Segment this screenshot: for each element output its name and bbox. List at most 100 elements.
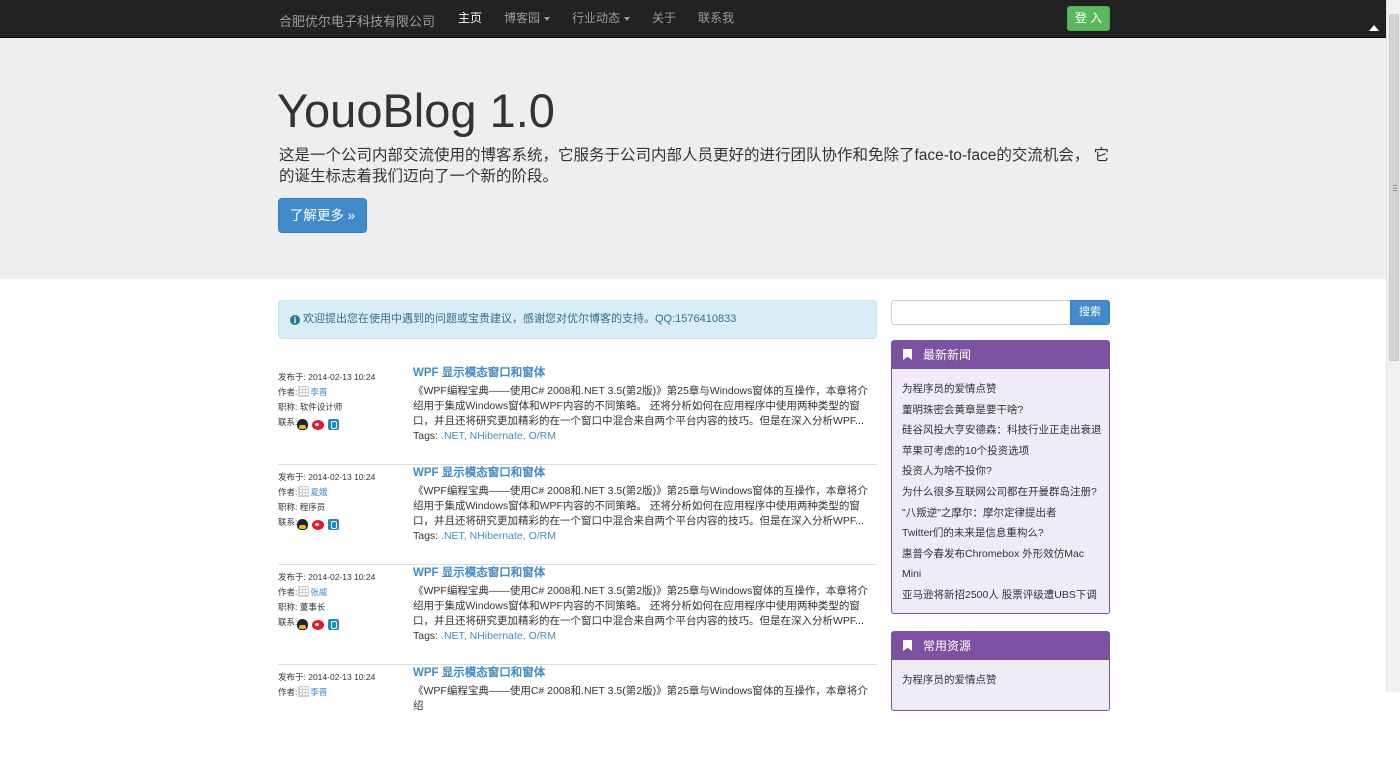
- author-link[interactable]: 夏娥: [310, 487, 327, 497]
- tags-label: Tags:: [413, 630, 439, 642]
- resources-list: 为程序员的爱情点赞: [892, 660, 1109, 691]
- post-date: 发布于: 2014-02-13 10:24: [278, 672, 376, 682]
- post-item: 发布于: 2014-02-13 10:24 作者: 夏娥 职称: 程序员 联系: …: [278, 465, 877, 565]
- info-alert: i 欢迎提出您在使用中遇到的问题或宝贵建议，感谢您对优尔博客的支持。QQ:1576…: [278, 300, 877, 339]
- info-icon: i: [290, 315, 300, 325]
- message-icon[interactable]: [328, 419, 340, 431]
- post-author-row: 作者: 张威: [278, 585, 408, 600]
- learn-more-button[interactable]: 了解更多 »: [278, 198, 367, 233]
- contact-label: 联系:: [278, 417, 298, 427]
- qq-icon[interactable]: [297, 419, 309, 431]
- nav-item-label: 博客园: [504, 11, 541, 25]
- post-item: 发布于: 2014-02-13 10:24 作者: 张威 职称: 董事长 联系: …: [278, 565, 877, 665]
- search-input[interactable]: [891, 300, 1071, 325]
- post-date: 发布于: 2014-02-13 10:24: [278, 572, 376, 582]
- post-author-row: 作者: 李晋: [278, 685, 408, 700]
- arrow-up-icon[interactable]: [1369, 25, 1379, 31]
- contact-label: 联系:: [278, 617, 298, 627]
- author-label: 作者:: [278, 487, 298, 497]
- avatar-icon: [298, 486, 310, 497]
- resource-link[interactable]: 为程序员的爱情点赞: [902, 670, 1109, 691]
- post-date: 发布于: 2014-02-13 10:24: [278, 472, 376, 482]
- news-link[interactable]: 惠普今春发布Chromebox 外形效仿Mac Mini: [902, 544, 1102, 585]
- alert-text: 欢迎提出您在使用中遇到的问题或宝贵建议，感谢您对优尔博客的支持。QQ:15764…: [303, 313, 737, 325]
- nav-item-about[interactable]: 关于: [641, 0, 687, 38]
- nav-item-blogs[interactable]: 博客园: [493, 0, 561, 38]
- news-link[interactable]: 为什么很多互联网公司都在开曼群岛注册?: [902, 482, 1109, 503]
- hero-description: 这是一个公司内部交流使用的博客系统，它服务于公司内部人员更好的进行团队协作和免除…: [279, 147, 1110, 185]
- post-tags: Tags: .NET, NHibernate, O/RM: [413, 529, 556, 544]
- qq-icon[interactable]: [297, 519, 309, 531]
- resources-panel: 常用资源 为程序员的爱情点赞: [891, 631, 1110, 711]
- caret-down-icon: [544, 16, 551, 21]
- qq-icon[interactable]: [297, 619, 309, 631]
- news-link[interactable]: Twitter们的未来是信息重构么?: [902, 523, 1109, 544]
- navbar-brand[interactable]: 合肥优尔电子科技有限公司: [279, 11, 435, 30]
- weibo-icon[interactable]: [312, 619, 325, 630]
- post-title-link[interactable]: WPF 显示模态窗口和窗体: [413, 365, 545, 381]
- news-link[interactable]: 董明珠密会黄章是要干啥?: [902, 400, 1109, 421]
- author-label: 作者:: [278, 387, 298, 397]
- nav-item-home[interactable]: 主页: [458, 0, 493, 38]
- scrollbar-thumb[interactable]: [1389, 14, 1399, 361]
- news-link[interactable]: 亚马逊将新招2500人 股票评级遭UBS下调: [902, 585, 1109, 606]
- nav-item-label: 主页: [458, 11, 483, 25]
- author-link[interactable]: 李晋: [310, 387, 327, 397]
- tag-links[interactable]: .NET, NHibernate, O/RM: [441, 630, 556, 642]
- post-role: 职称: 程序员: [278, 502, 326, 512]
- scrollbar-grip-icon: [1393, 185, 1397, 191]
- bookmark-icon: [903, 640, 912, 651]
- panel-heading: 最新新闻: [892, 341, 1109, 369]
- news-link[interactable]: 为程序员的爱情点赞: [902, 379, 1109, 400]
- post-contact-row: 联系:: [278, 415, 408, 431]
- tag-links[interactable]: .NET, NHibernate, O/RM: [441, 430, 556, 442]
- nav-item-label: 行业动态: [572, 11, 621, 25]
- nav-item-label: 关于: [652, 11, 677, 25]
- nav-item-label: 联系我: [698, 11, 735, 25]
- hero-title: YouoBlog 1.0: [277, 84, 555, 137]
- post-title-link[interactable]: WPF 显示模态窗口和窗体: [413, 465, 545, 481]
- latest-news-panel: 最新新闻 为程序员的爱情点赞 董明珠密会黄章是要干啥? 硅谷风投大亨安德森：科技…: [891, 340, 1110, 614]
- tags-label: Tags:: [413, 430, 439, 442]
- hero-banner: YouoBlog 1.0 这是一个公司内部交流使用的博客系统，它服务于公司内部人…: [0, 38, 1386, 279]
- post-excerpt: 《WPF编程宝典——使用C# 2008和.NET 3.5(第2版)》第25章与W…: [413, 485, 868, 527]
- post-title-link[interactable]: WPF 显示模态窗口和窗体: [413, 565, 545, 581]
- search-button[interactable]: 搜索: [1070, 300, 1110, 325]
- nav-item-industry-news[interactable]: 行业动态: [561, 0, 641, 38]
- panel-heading: 常用资源: [892, 632, 1109, 660]
- post-title-link[interactable]: WPF 显示模态窗口和窗体: [413, 665, 545, 681]
- panel-title: 常用资源: [923, 639, 972, 653]
- post-tags: Tags: .NET, NHibernate, O/RM: [413, 429, 556, 444]
- avatar-icon: [298, 386, 310, 397]
- author-label: 作者:: [278, 587, 298, 597]
- post-role: 职称: 软件设计师: [278, 402, 343, 412]
- news-link[interactable]: 投资人为啥不投你?: [902, 461, 1109, 482]
- tags-label: Tags:: [413, 530, 439, 542]
- post-author-row: 作者: 夏娥: [278, 485, 408, 500]
- weibo-icon[interactable]: [312, 519, 325, 530]
- message-icon[interactable]: [328, 519, 340, 531]
- author-link[interactable]: 李晋: [310, 687, 327, 697]
- news-link[interactable]: 硅谷风投大亨安德森：科技行业正走出衰退: [902, 420, 1109, 441]
- post-excerpt: 《WPF编程宝典——使用C# 2008和.NET 3.5(第2版)》第25章与W…: [413, 585, 868, 627]
- news-link[interactable]: 苹果可考虑的10个投资选项: [902, 441, 1109, 462]
- news-link[interactable]: "八叛逆"之摩尔：摩尔定律提出者: [902, 503, 1109, 524]
- news-list: 为程序员的爱情点赞 董明珠密会黄章是要干啥? 硅谷风投大亨安德森：科技行业正走出…: [892, 369, 1109, 606]
- contact-label: 联系:: [278, 517, 298, 527]
- post-meta: 发布于: 2014-02-13 10:24 作者: 张威 职称: 董事长 联系:: [278, 570, 408, 631]
- author-link[interactable]: 张威: [310, 587, 327, 597]
- message-icon[interactable]: [328, 619, 340, 631]
- tag-links[interactable]: .NET, NHibernate, O/RM: [441, 530, 556, 542]
- post-meta: 发布于: 2014-02-13 10:24 作者: 李晋 职称: 软件设计师 联系…: [278, 370, 408, 431]
- post-contact-row: 联系:: [278, 615, 408, 631]
- page-scrollbar[interactable]: [1386, 0, 1400, 692]
- bookmark-icon: [903, 349, 912, 360]
- author-label: 作者:: [278, 687, 298, 697]
- post-excerpt: 《WPF编程宝典——使用C# 2008和.NET 3.5(第2版)》第25章与W…: [413, 385, 868, 427]
- nav-item-contact[interactable]: 联系我: [687, 0, 745, 38]
- login-button[interactable]: 登 入: [1067, 6, 1110, 31]
- post-excerpt: 《WPF编程宝典——使用C# 2008和.NET 3.5(第2版)》第25章与W…: [413, 685, 868, 712]
- panel-title: 最新新闻: [923, 348, 972, 362]
- weibo-icon[interactable]: [312, 419, 325, 430]
- post-item: 发布于: 2014-02-13 10:24 作者: 李晋 WPF 显示模态窗口和窗…: [278, 665, 877, 765]
